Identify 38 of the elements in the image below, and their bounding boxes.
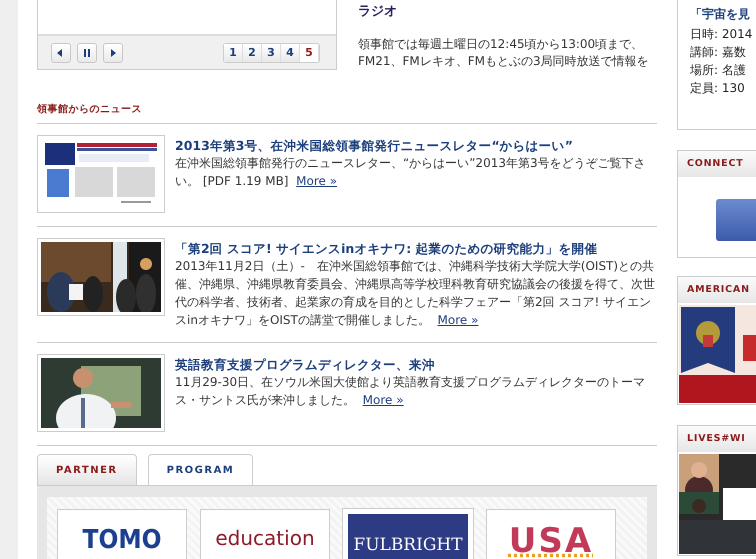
partner-logo-link[interactable]: education [200, 509, 330, 559]
news-title-link[interactable]: 2013年第3号、在沖米国総領事館発行ニュースレター“からはーい” [175, 137, 657, 154]
news-summary: 2013年11月2日（土）- 在沖米国総領事館では、沖縄科学技術大学院大学(OIST)との共催、沖縄県、沖縄県教育委員会、沖縄県高等学校理科教育研究協議会の後援を得て、次世代の科学者、技術者、起業家の育成を目的とした科学フェアー「第2回 スコア! サイエンスinオキナワ」をOISTの講堂で開催しました。 More » [175, 258, 656, 329]
news-summary: 在沖米国総領事館発行のニュースレター、“からはーい”2013年第3号をどうぞご覧下さい。 [PDF 1.19 MB] More » [175, 155, 647, 190]
feature-text: 領事館では毎週土曜日の12:45頃から13:00頃まで、FM21、FMレキオ、FMもとぶの3局同時放送で情報を [358, 36, 650, 70]
partner-logo-link[interactable]: FULBRIGHT [343, 509, 473, 559]
pause-button[interactable] [77, 42, 97, 62]
widget-heading: LIVES#WI [678, 426, 756, 452]
partner-logo-link[interactable]: TOMO [57, 509, 187, 559]
event-detail: 場所: 名護 [690, 62, 747, 79]
event-title: 「宇宙を見 [690, 6, 751, 23]
section-heading: 領事館からのニュース [37, 102, 657, 124]
feature-title: ラジオ [358, 3, 398, 20]
page-button[interactable]: 5 [300, 44, 319, 62]
tab[interactable]: PARTNER [37, 454, 137, 485]
logo-text: education [215, 527, 315, 549]
event-detail: 講師: 嘉数 [690, 44, 747, 61]
logo-text: USA [508, 521, 594, 559]
more-link[interactable]: More » [296, 174, 338, 188]
event-detail: 定員: 130 [690, 80, 746, 97]
page-button[interactable]: 1 [224, 44, 243, 62]
partner-logo-link[interactable]: USA [486, 509, 616, 559]
page-button[interactable]: 2 [243, 44, 262, 62]
more-link[interactable]: More » [438, 313, 478, 327]
news-title-link[interactable]: 「第2回 スコア! サイエンスinオキナワ: 起業のための研究能力」を開催 [175, 240, 657, 257]
tab[interactable]: PROGRAM [148, 454, 254, 485]
news-title-link[interactable]: 英語教育支援プログラムディレクター、来沖 [175, 356, 657, 373]
widget-heading: CONNECT [678, 151, 756, 177]
event-detail: 日時: 2014 [690, 26, 754, 43]
widget-heading: AMERICAN [678, 277, 756, 303]
logo-text: FULBRIGHT [353, 535, 463, 555]
next-button[interactable] [103, 42, 123, 62]
more-link[interactable]: More » [362, 393, 404, 407]
previous-button[interactable] [51, 42, 71, 62]
page-button[interactable]: 4 [281, 44, 300, 62]
news-summary: 11月29-30日、在ソウル米国大使館より英語教育支援プログラムディレクターのトーマス・サントス氏が来沖しました。 More » [175, 374, 646, 409]
logo-text: TOMO [82, 527, 162, 553]
page-button[interactable]: 3 [262, 44, 281, 62]
